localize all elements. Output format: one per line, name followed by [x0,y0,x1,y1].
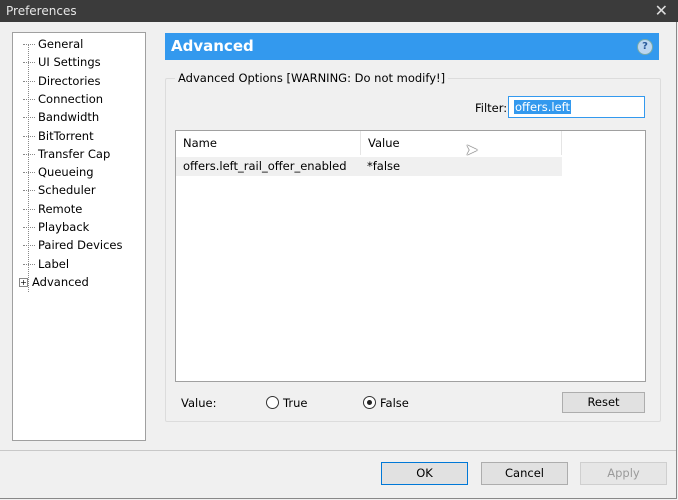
cancel-button[interactable]: Cancel [481,462,568,485]
sidebar-item-label: Paired Devices [38,238,123,253]
ok-button[interactable]: OK [381,462,468,485]
sidebar-item-general[interactable]: General [23,35,83,53]
category-tree[interactable]: General UI Settings Directories Connection B… [12,32,146,441]
sidebar-item-connection[interactable]: Connection [23,90,103,108]
radio-true[interactable]: True [266,396,307,410]
section-header: Advanced ? [165,33,659,60]
sidebar-item-advanced[interactable]: + Advanced [19,273,89,291]
tree-connector [23,190,35,192]
filter-value: offers.left [514,100,572,114]
filter-label: Filter: [475,101,508,115]
sidebar-item-playback[interactable]: Playback [23,218,89,236]
radio-icon [266,396,279,409]
title-bar: Preferences ✕ [0,0,678,22]
sidebar-item-label: Playback [38,220,90,234]
window-title: Preferences [6,4,77,18]
sidebar-item-label: BitTorrent [38,128,94,143]
radio-selected-icon [363,396,376,409]
sidebar-item-label: Label [38,256,70,271]
tree-connector [23,117,35,119]
help-icon[interactable]: ? [637,39,653,55]
radio-false-label: False [380,396,409,410]
sidebar-item-label: Bandwidth [38,110,100,125]
sidebar-item-remote[interactable]: Remote [23,200,82,218]
sidebar-item-bandwidth[interactable]: Bandwidth [23,108,99,126]
tree-connector [23,208,35,210]
tree-connector [23,62,35,64]
expand-icon[interactable]: + [19,277,28,287]
sidebar-item-label: Transfer Cap [38,146,111,161]
sidebar-item-bittorrent[interactable]: BitTorrent [23,127,94,145]
sidebar-item-label: Connection [38,91,104,106]
reset-button[interactable]: Reset [562,392,645,413]
sidebar-item-scheduler[interactable]: Scheduler [23,181,96,199]
tree-connector [23,98,35,100]
sidebar-item-label: Directories [38,73,101,88]
table-row[interactable]: offers.left_rail_offer_enabled *false [176,157,562,176]
tree-connector [23,227,35,228]
tree-connector [23,263,35,265]
sidebar-item-label[interactable]: Label [23,255,69,273]
options-table[interactable]: Name Value offers.left_rail_offer_enable… [175,130,646,382]
sidebar-item-transfer-cap[interactable]: Transfer Cap [23,145,110,163]
sidebar-item-label: Remote [38,201,83,216]
row-value: *false [367,159,401,173]
mouse-cursor-icon: ➤ [465,140,479,159]
group-label: Advanced Options [WARNING: Do not modify… [175,71,449,85]
tree-connector [23,80,35,82]
value-label: Value: [181,396,217,410]
tree-connector [23,245,35,247]
sidebar-item-directories[interactable]: Directories [23,72,100,90]
tree-connector [23,172,35,174]
sidebar-item-ui-settings[interactable]: UI Settings [23,53,101,71]
column-header-name[interactable]: Name [176,131,361,155]
tree-connector [23,44,35,45]
sidebar-item-label: General [38,37,84,51]
filter-input[interactable]: offers.left [508,96,645,118]
sidebar-item-label: Advanced [32,274,89,289]
tree-connector [23,135,35,137]
divider [0,450,676,451]
row-name: offers.left_rail_offer_enabled [183,159,347,173]
radio-false[interactable]: False [363,396,409,410]
close-icon[interactable]: ✕ [655,1,668,20]
sidebar-item-paired-devices[interactable]: Paired Devices [23,236,123,254]
radio-true-label: True [283,396,308,410]
tree-connector [23,153,35,155]
section-title: Advanced [171,37,254,55]
sidebar-item-label: UI Settings [38,55,101,70]
sidebar-item-label: Scheduler [38,183,96,198]
sidebar-item-queueing[interactable]: Queueing [23,163,94,181]
sidebar-item-label: Queueing [38,165,94,180]
column-header-value[interactable]: Value [361,131,562,155]
apply-button[interactable]: Apply [580,462,667,485]
